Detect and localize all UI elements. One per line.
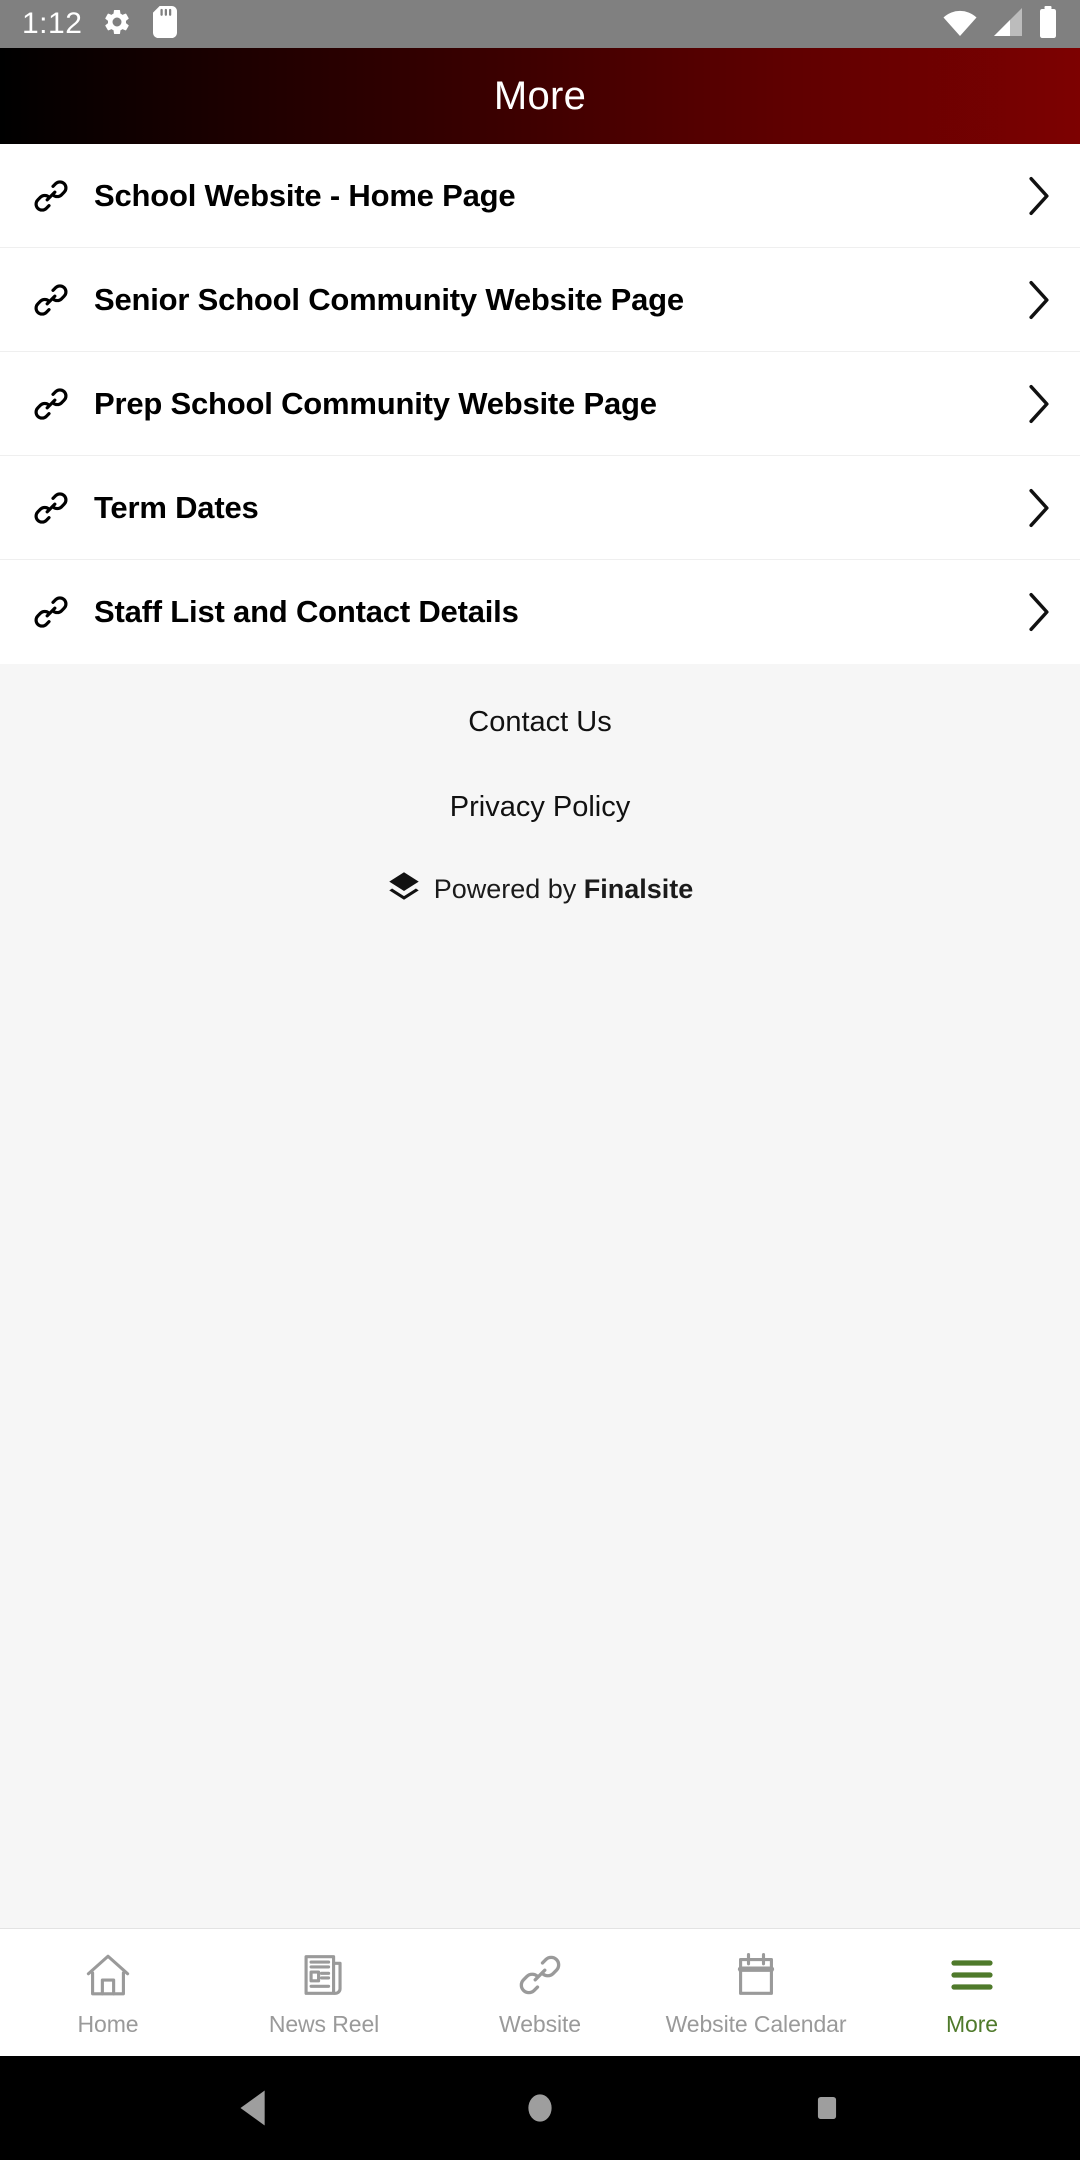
battery-icon [1038,5,1058,43]
cellular-signal-icon [992,7,1024,42]
list-item[interactable]: Term Dates [0,456,1080,560]
link-list: School Website - Home Page Senior School… [0,144,1080,664]
calendar-icon [731,1948,781,2002]
link-icon [28,280,74,320]
tab-label: Website [499,2010,581,2037]
tab-news-reel[interactable]: News Reel [216,1929,432,2056]
finalsite-brand: Finalsite [583,874,694,904]
app-screen: 1:12 More School Website - Home Page Sen… [0,0,1080,2160]
chevron-right-icon[interactable] [1014,382,1054,426]
list-item[interactable]: School Website - Home Page [0,144,1080,248]
sd-card-icon [152,5,178,43]
contact-us-link[interactable]: Contact Us [458,692,621,753]
powered-by-finalsite[interactable]: Powered by Finalsite [387,870,694,909]
chevron-right-icon[interactable] [1014,278,1054,322]
tab-label: More [945,2010,998,2037]
list-item-label: School Website - Home Page [94,177,516,213]
status-bar-right [942,5,1058,43]
list-item[interactable]: Prep School Community Website Page [0,352,1080,456]
link-icon [515,1948,565,2002]
app-header: More [0,48,1080,144]
tab-website-calendar[interactable]: Website Calendar [648,1929,864,2056]
tab-website[interactable]: Website [432,1929,648,2056]
privacy-policy-link[interactable]: Privacy Policy [440,777,641,838]
link-icon [28,488,74,528]
list-item[interactable]: Staff List and Contact Details [0,560,1080,664]
list-item-label: Term Dates [94,489,259,525]
link-icon [28,592,74,632]
footer-panel: Contact Us Privacy Policy Powered by Fin… [0,664,1080,1928]
powered-by-text: Powered by Finalsite [434,874,694,905]
tab-more[interactable]: More [864,1929,1080,2056]
bottom-tab-bar: Home News Reel Website Website Calendar … [0,1928,1080,2056]
status-bar-left: 1:12 [22,5,178,43]
status-bar: 1:12 [0,0,1080,48]
tab-label: Home [77,2010,139,2037]
list-item-label: Senior School Community Website Page [94,281,684,317]
home-button[interactable] [480,2088,600,2128]
back-button[interactable] [193,2088,313,2128]
list-item-label: Prep School Community Website Page [94,385,657,421]
tab-label: News Reel [268,2010,380,2037]
tab-label: Website Calendar [665,2010,847,2037]
list-item[interactable]: Senior School Community Website Page [0,248,1080,352]
system-navigation-bar [0,2056,1080,2160]
powered-by-prefix: Powered by [433,874,584,904]
chevron-right-icon[interactable] [1014,590,1054,634]
finalsite-layers-logo [387,870,421,909]
link-icon [28,176,74,216]
home-icon [83,1948,133,2002]
chevron-right-icon[interactable] [1014,486,1054,530]
list-item-label: Staff List and Contact Details [94,594,519,629]
wifi-icon [942,7,978,42]
link-icon [28,384,74,424]
newspaper-icon [299,1948,349,2002]
gear-icon [102,7,132,42]
status-bar-clock: 1:12 [22,7,83,40]
tab-home[interactable]: Home [0,1929,216,2056]
hamburger-menu-icon [947,1948,997,2002]
chevron-right-icon[interactable] [1014,174,1054,218]
recents-button[interactable] [767,2088,887,2128]
page-title: More [493,73,587,118]
